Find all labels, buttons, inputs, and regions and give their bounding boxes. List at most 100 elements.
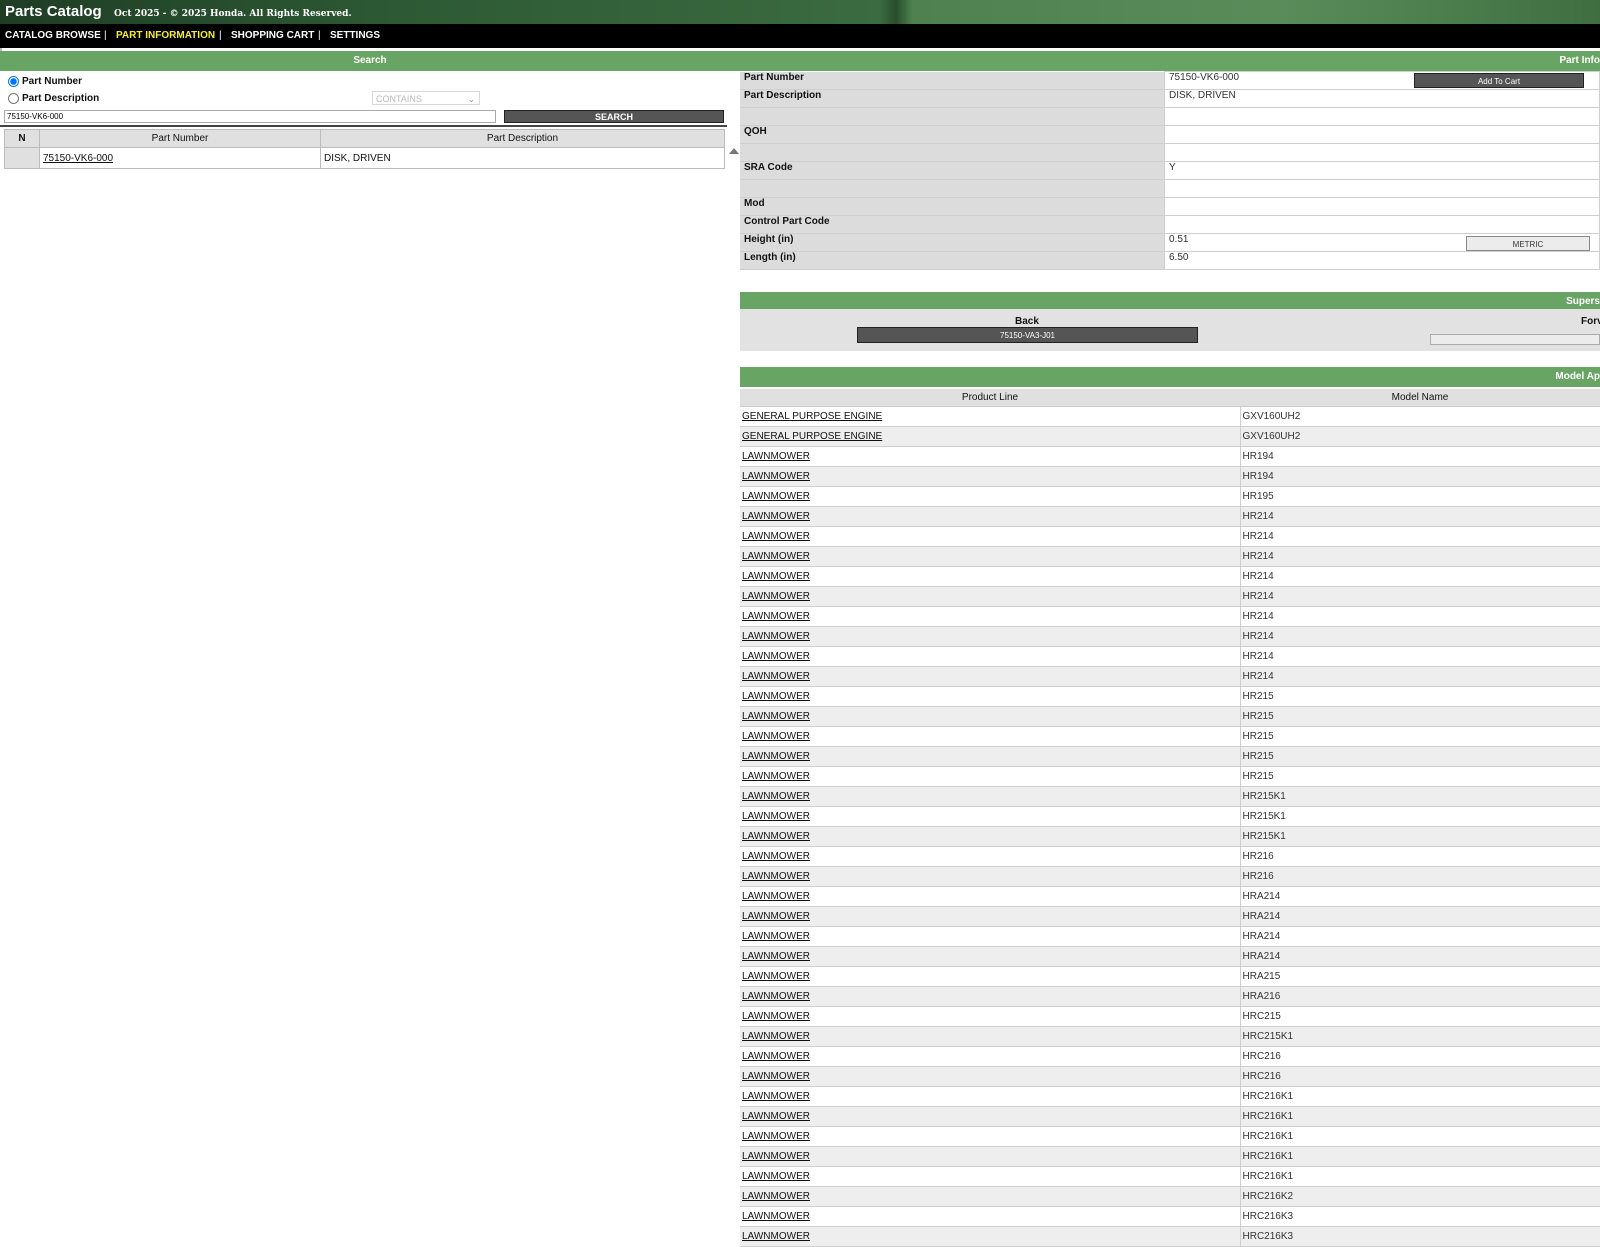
product-line-cell: GENERAL PURPOSE ENGINE [740, 406, 1240, 427]
product-line-link[interactable]: LAWNMOWER [742, 591, 810, 602]
model-name-cell: HRA214 [1239, 886, 1600, 907]
product-line-link[interactable]: LAWNMOWER [742, 971, 810, 982]
radio-part-description-row[interactable]: Part Description [8, 93, 99, 104]
product-line-link[interactable]: LAWNMOWER [742, 931, 810, 942]
part-info-header: Part Info [740, 51, 1600, 71]
product-line-link[interactable]: LAWNMOWER [742, 1211, 810, 1222]
product-line-link[interactable]: LAWNMOWER [742, 891, 810, 902]
product-line-link[interactable]: LAWNMOWER [742, 991, 810, 1002]
product-line-link[interactable]: LAWNMOWER [742, 691, 810, 702]
nav-settings[interactable]: SETTINGS [330, 30, 380, 41]
product-line-link[interactable]: LAWNMOWER [742, 1071, 810, 1082]
product-line-link[interactable]: LAWNMOWER [742, 1151, 810, 1162]
product-line-link[interactable]: LAWNMOWER [742, 731, 810, 742]
supersession-forward-button[interactable] [1430, 334, 1600, 345]
table-row: LAWNMOWER HR195 [740, 486, 1600, 507]
model-name-cell: HR214 [1239, 566, 1600, 587]
table-row: LAWNMOWER HRA214 [740, 886, 1600, 907]
product-line-link[interactable]: LAWNMOWER [742, 511, 810, 522]
part-info-label [740, 143, 1165, 162]
product-line-link[interactable]: GENERAL PURPOSE ENGINE [742, 411, 882, 422]
product-line-cell: LAWNMOWER [740, 466, 1240, 487]
product-line-link[interactable]: LAWNMOWER [742, 1011, 810, 1022]
part-info-value: DISK, DRIVEN [1164, 89, 1600, 108]
product-line-cell: LAWNMOWER [740, 806, 1240, 827]
product-line-cell: LAWNMOWER [740, 1186, 1240, 1207]
table-row: LAWNMOWER HRC216K1 [740, 1106, 1600, 1127]
scroll-up-arrow-icon[interactable] [729, 148, 739, 154]
product-line-link[interactable]: LAWNMOWER [742, 1051, 810, 1062]
product-line-link[interactable]: LAWNMOWER [742, 1231, 810, 1242]
radio-part-description[interactable] [8, 93, 19, 104]
product-line-cell: LAWNMOWER [740, 1046, 1240, 1067]
model-name-cell: HRC216K1 [1239, 1166, 1600, 1187]
product-line-link[interactable]: LAWNMOWER [742, 1191, 810, 1202]
product-line-cell: LAWNMOWER [740, 866, 1240, 887]
supersession-back-button[interactable]: 75150-VA3-J01 [857, 327, 1198, 343]
product-line-cell: LAWNMOWER [740, 906, 1240, 927]
product-line-link[interactable]: LAWNMOWER [742, 851, 810, 862]
product-line-link[interactable]: LAWNMOWER [742, 811, 810, 822]
product-line-link[interactable]: GENERAL PURPOSE ENGINE [742, 431, 882, 442]
part-info-value [1164, 107, 1600, 126]
supersession-back-label: Back [1015, 316, 1039, 327]
models-col-product-line[interactable]: Product Line [740, 389, 1240, 407]
product-line-link[interactable]: LAWNMOWER [742, 1031, 810, 1042]
radio-part-number[interactable] [8, 76, 19, 87]
product-line-link[interactable]: LAWNMOWER [742, 451, 810, 462]
table-row[interactable]: 75150-VK6-000 DISK, DRIVEN [4, 147, 725, 169]
product-line-link[interactable]: LAWNMOWER [742, 1131, 810, 1142]
product-line-link[interactable]: LAWNMOWER [742, 571, 810, 582]
product-line-link[interactable]: LAWNMOWER [742, 1171, 810, 1182]
radio-part-number-row[interactable]: Part Number [8, 76, 82, 87]
model-name-cell: HR216 [1239, 866, 1600, 887]
product-line-cell: LAWNMOWER [740, 826, 1240, 847]
product-line-link[interactable]: LAWNMOWER [742, 531, 810, 542]
product-line-link[interactable]: LAWNMOWER [742, 751, 810, 762]
product-line-link[interactable]: LAWNMOWER [742, 771, 810, 782]
result-part-number-link[interactable]: 75150-VK6-000 [43, 153, 113, 164]
product-line-cell: LAWNMOWER [740, 686, 1240, 707]
metric-toggle-button[interactable]: METRIC [1466, 236, 1590, 251]
table-row: LAWNMOWER HRA216 [740, 986, 1600, 1007]
part-info-pane: Part Number 75150-VK6-000 Part Description… [740, 71, 1600, 1247]
product-line-cell: LAWNMOWER [740, 1106, 1240, 1127]
product-line-link[interactable]: LAWNMOWER [742, 651, 810, 662]
product-line-link[interactable]: LAWNMOWER [742, 631, 810, 642]
model-name-cell: HR215 [1239, 746, 1600, 767]
model-name-cell: HR215 [1239, 726, 1600, 747]
product-line-link[interactable]: LAWNMOWER [742, 611, 810, 622]
model-name-cell: HRA216 [1239, 986, 1600, 1007]
product-line-link[interactable]: LAWNMOWER [742, 791, 810, 802]
table-row: LAWNMOWER HR214 [740, 626, 1600, 647]
supersession-forward-label: Forv [1581, 316, 1600, 327]
product-line-link[interactable]: LAWNMOWER [742, 1091, 810, 1102]
results-col-part-description[interactable]: Part Description [320, 129, 725, 148]
models-col-model-name[interactable]: Model Name [1240, 389, 1600, 407]
product-line-cell: LAWNMOWER [740, 566, 1240, 587]
product-line-cell: LAWNMOWER [740, 1226, 1240, 1247]
nav-part-information[interactable]: PART INFORMATION [116, 30, 215, 41]
product-line-link[interactable]: LAWNMOWER [742, 671, 810, 682]
product-line-link[interactable]: LAWNMOWER [742, 831, 810, 842]
part-info-title: Part Info [1559, 55, 1600, 66]
search-button[interactable]: SEARCH [504, 110, 724, 123]
part-info-row: Control Part Code [740, 215, 1600, 234]
product-line-link[interactable]: LAWNMOWER [742, 911, 810, 922]
app-title: Parts Catalog [5, 3, 102, 20]
product-line-link[interactable]: LAWNMOWER [742, 471, 810, 482]
match-mode-select[interactable]: CONTAINS ⌄ [372, 91, 480, 105]
product-line-link[interactable]: LAWNMOWER [742, 951, 810, 962]
table-row: LAWNMOWER HRC216K3 [740, 1206, 1600, 1227]
results-col-part-number[interactable]: Part Number [39, 129, 321, 148]
product-line-link[interactable]: LAWNMOWER [742, 871, 810, 882]
search-input[interactable] [4, 110, 496, 123]
product-line-link[interactable]: LAWNMOWER [742, 491, 810, 502]
add-to-cart-button[interactable]: Add To Cart [1414, 73, 1584, 88]
product-line-link[interactable]: LAWNMOWER [742, 711, 810, 722]
product-line-link[interactable]: LAWNMOWER [742, 1111, 810, 1122]
nav-catalog-browse[interactable]: CATALOG BROWSE [5, 30, 101, 41]
product-line-link[interactable]: LAWNMOWER [742, 551, 810, 562]
model-name-cell: HRC216K1 [1239, 1086, 1600, 1107]
nav-shopping-cart[interactable]: SHOPPING CART [231, 30, 314, 41]
